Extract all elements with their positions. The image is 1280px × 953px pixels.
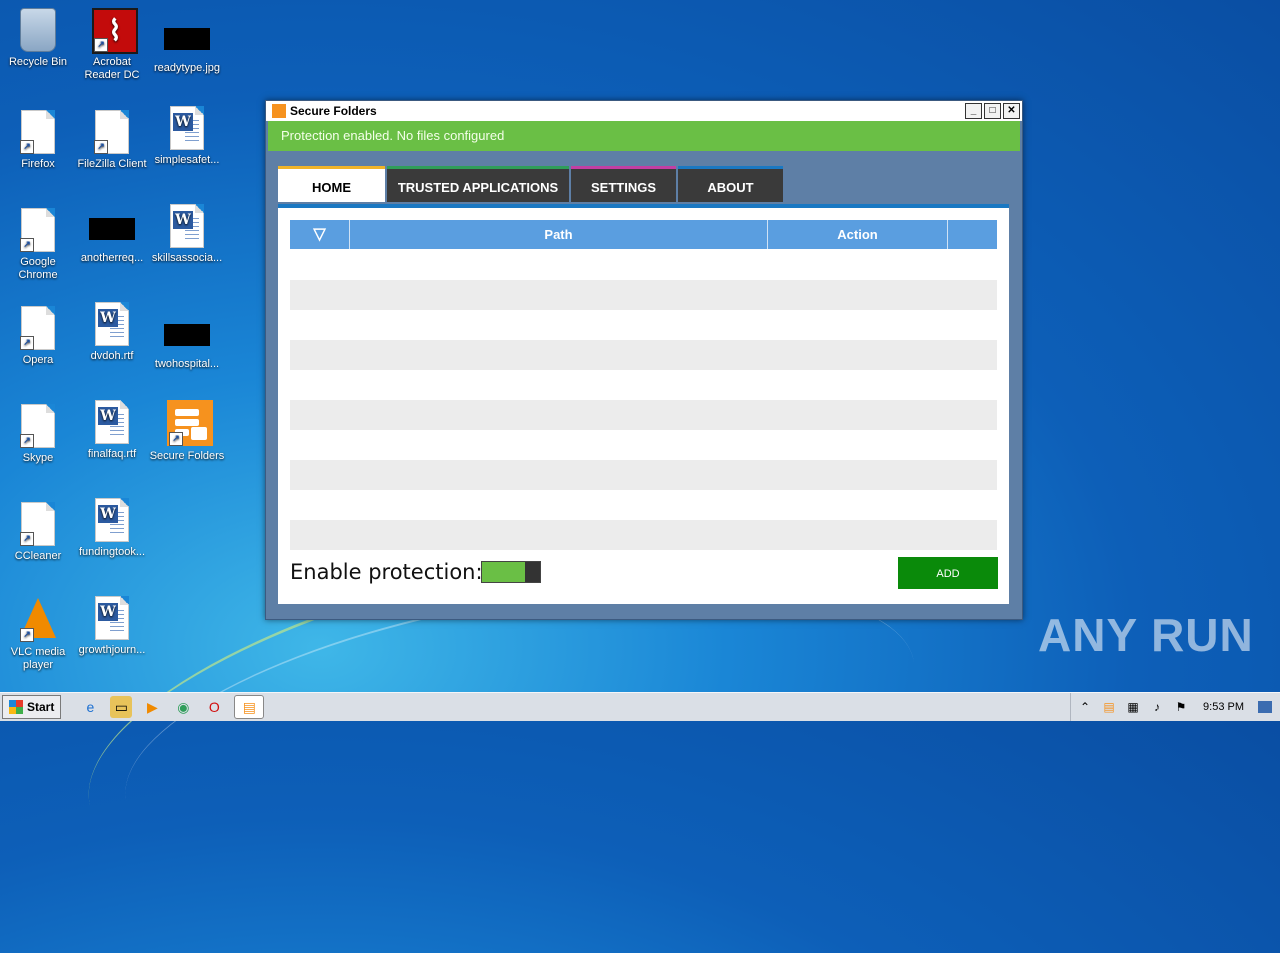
shortcut-arrow-icon: ↗ (20, 238, 34, 252)
taskbar-clock[interactable]: 9:53 PM (1203, 701, 1244, 713)
window-titlebar[interactable]: Secure Folders _ □ ✕ (266, 101, 1022, 121)
close-button[interactable]: ✕ (1003, 103, 1020, 119)
column-header-extra (948, 220, 997, 249)
desktop-icon-simplesafet[interactable]: W simplesafet... (149, 106, 225, 167)
table-row (290, 370, 997, 400)
volume-icon[interactable]: ♪ (1149, 699, 1165, 715)
tab-trusted-applications[interactable]: TRUSTED APPLICATIONS (387, 166, 569, 202)
word-document-icon: W (170, 106, 204, 150)
table-row (290, 490, 997, 520)
folders-grid-header: ▽ Path Action (290, 220, 997, 249)
desktop-icon-finalfaq[interactable]: W finalfaq.rtf (74, 400, 150, 461)
shortcut-arrow-icon: ↗ (20, 532, 34, 546)
desktop-icon-skype[interactable]: ↗ Skype (0, 404, 76, 465)
desktop-icon-secure-folders[interactable]: ↗ Secure Folders (149, 400, 225, 463)
table-row (290, 280, 997, 310)
table-row (290, 430, 997, 460)
table-row (290, 400, 997, 430)
shortcut-arrow-icon: ↗ (20, 336, 34, 350)
word-document-icon: W (95, 498, 129, 542)
word-document-icon: W (95, 400, 129, 444)
table-row (290, 520, 997, 550)
shortcut-arrow-icon: ↗ (94, 38, 108, 52)
desktop-icon-filezilla[interactable]: ↗ FileZilla Client (74, 110, 150, 171)
add-button[interactable]: ADD (898, 557, 998, 589)
minimize-button[interactable]: _ (965, 103, 982, 119)
column-header-action[interactable]: Action (768, 220, 948, 249)
column-header-path[interactable]: Path (350, 220, 768, 249)
anyrun-watermark: ANY RUN (1038, 609, 1254, 661)
secure-folders-taskbar-icon[interactable]: ▤ (234, 695, 265, 719)
shortcut-arrow-icon: ↗ (20, 434, 34, 448)
media-player-icon[interactable]: ▶ (141, 696, 163, 718)
toggle-knob (525, 562, 540, 582)
filter-funnel-icon[interactable]: ▽ (313, 226, 325, 243)
word-document-icon: W (170, 204, 204, 248)
table-row (290, 249, 997, 279)
main-tabs: HOME TRUSTED APPLICATIONS SETTINGS ABOUT (278, 166, 785, 202)
secure-folders-tray-icon[interactable]: ▤ (1101, 699, 1117, 715)
chrome-icon[interactable]: ◉ (172, 696, 194, 718)
desktop-icon-twohospital[interactable]: twohospital... (149, 314, 225, 371)
show-desktop-icon[interactable] (1258, 701, 1272, 713)
file-explorer-icon[interactable]: ▭ (110, 696, 133, 718)
enable-protection-label: Enable protection: (290, 560, 483, 584)
tab-home[interactable]: HOME (278, 166, 385, 202)
desktop-icon-growthjourn[interactable]: W growthjourn... (74, 596, 150, 657)
taskbar: Start e ▭ ▶ ◉ O ▤ ⌃ ▤ ▦ ♪ ⚑ 9:53 PM (0, 692, 1280, 721)
desktop-icon-skillsassocia[interactable]: W skillsassocia... (149, 204, 225, 265)
image-thumbnail (164, 324, 210, 346)
protection-status-banner: Protection enabled. No files configured (268, 121, 1020, 151)
table-row (290, 460, 997, 490)
enable-protection-toggle[interactable] (481, 561, 541, 583)
action-center-flag-icon[interactable]: ⚑ (1173, 699, 1189, 715)
desktop-icon-readytype[interactable]: readytype.jpg (149, 18, 225, 75)
desktop-icon-dvdoh[interactable]: W dvdoh.rtf (74, 302, 150, 363)
desktop-icon-anotherreq[interactable]: anotherreq... (74, 208, 150, 265)
windows-logo-icon (9, 700, 23, 714)
home-tab-content: ▽ Path Action Enable protection: ADD (278, 204, 1009, 604)
desktop-icon-ccleaner[interactable]: ↗ CCleaner (0, 502, 76, 563)
word-document-icon: W (95, 302, 129, 346)
desktop-icon-vlc[interactable]: ↗ VLC media player (0, 598, 76, 672)
table-row (290, 310, 997, 340)
secure-folders-window: Secure Folders _ □ ✕ Protection enabled.… (265, 100, 1023, 620)
desktop-icon-fundingtook[interactable]: W fundingtook... (74, 498, 150, 559)
shortcut-arrow-icon: ↗ (94, 140, 108, 154)
filter-column[interactable]: ▽ (290, 220, 350, 249)
show-hidden-icons-icon[interactable]: ⌃ (1077, 699, 1093, 715)
tab-settings[interactable]: SETTINGS (571, 166, 676, 202)
tab-about[interactable]: ABOUT (678, 166, 783, 202)
window-title: Secure Folders (290, 104, 377, 118)
shortcut-arrow-icon: ↗ (20, 140, 34, 154)
recycle-bin-icon (20, 8, 56, 52)
shortcut-arrow-icon: ↗ (20, 628, 34, 642)
app-title-icon (272, 104, 286, 118)
maximize-button[interactable]: □ (984, 103, 1001, 119)
opera-icon[interactable]: O (203, 696, 225, 718)
internet-explorer-icon[interactable]: e (79, 696, 101, 718)
system-tray: ⌃ ▤ ▦ ♪ ⚑ 9:53 PM (1070, 693, 1280, 721)
shortcut-arrow-icon: ↗ (169, 432, 183, 446)
desktop-icon-acrobat[interactable]: ⌇ ↗ Acrobat Reader DC (74, 8, 150, 82)
table-row (290, 340, 997, 370)
network-icon[interactable]: ▦ (1125, 699, 1141, 715)
desktop-icon-firefox[interactable]: ↗ Firefox (0, 110, 76, 171)
image-thumbnail (89, 218, 135, 240)
desktop-icon-opera[interactable]: ↗ Opera (0, 306, 76, 367)
start-button[interactable]: Start (2, 695, 62, 719)
desktop-icon-recycle-bin[interactable]: Recycle Bin (0, 8, 76, 69)
desktop-icon-google-chrome[interactable]: ↗ Google Chrome (0, 208, 76, 282)
word-document-icon: W (95, 596, 129, 640)
image-thumbnail (164, 28, 210, 50)
